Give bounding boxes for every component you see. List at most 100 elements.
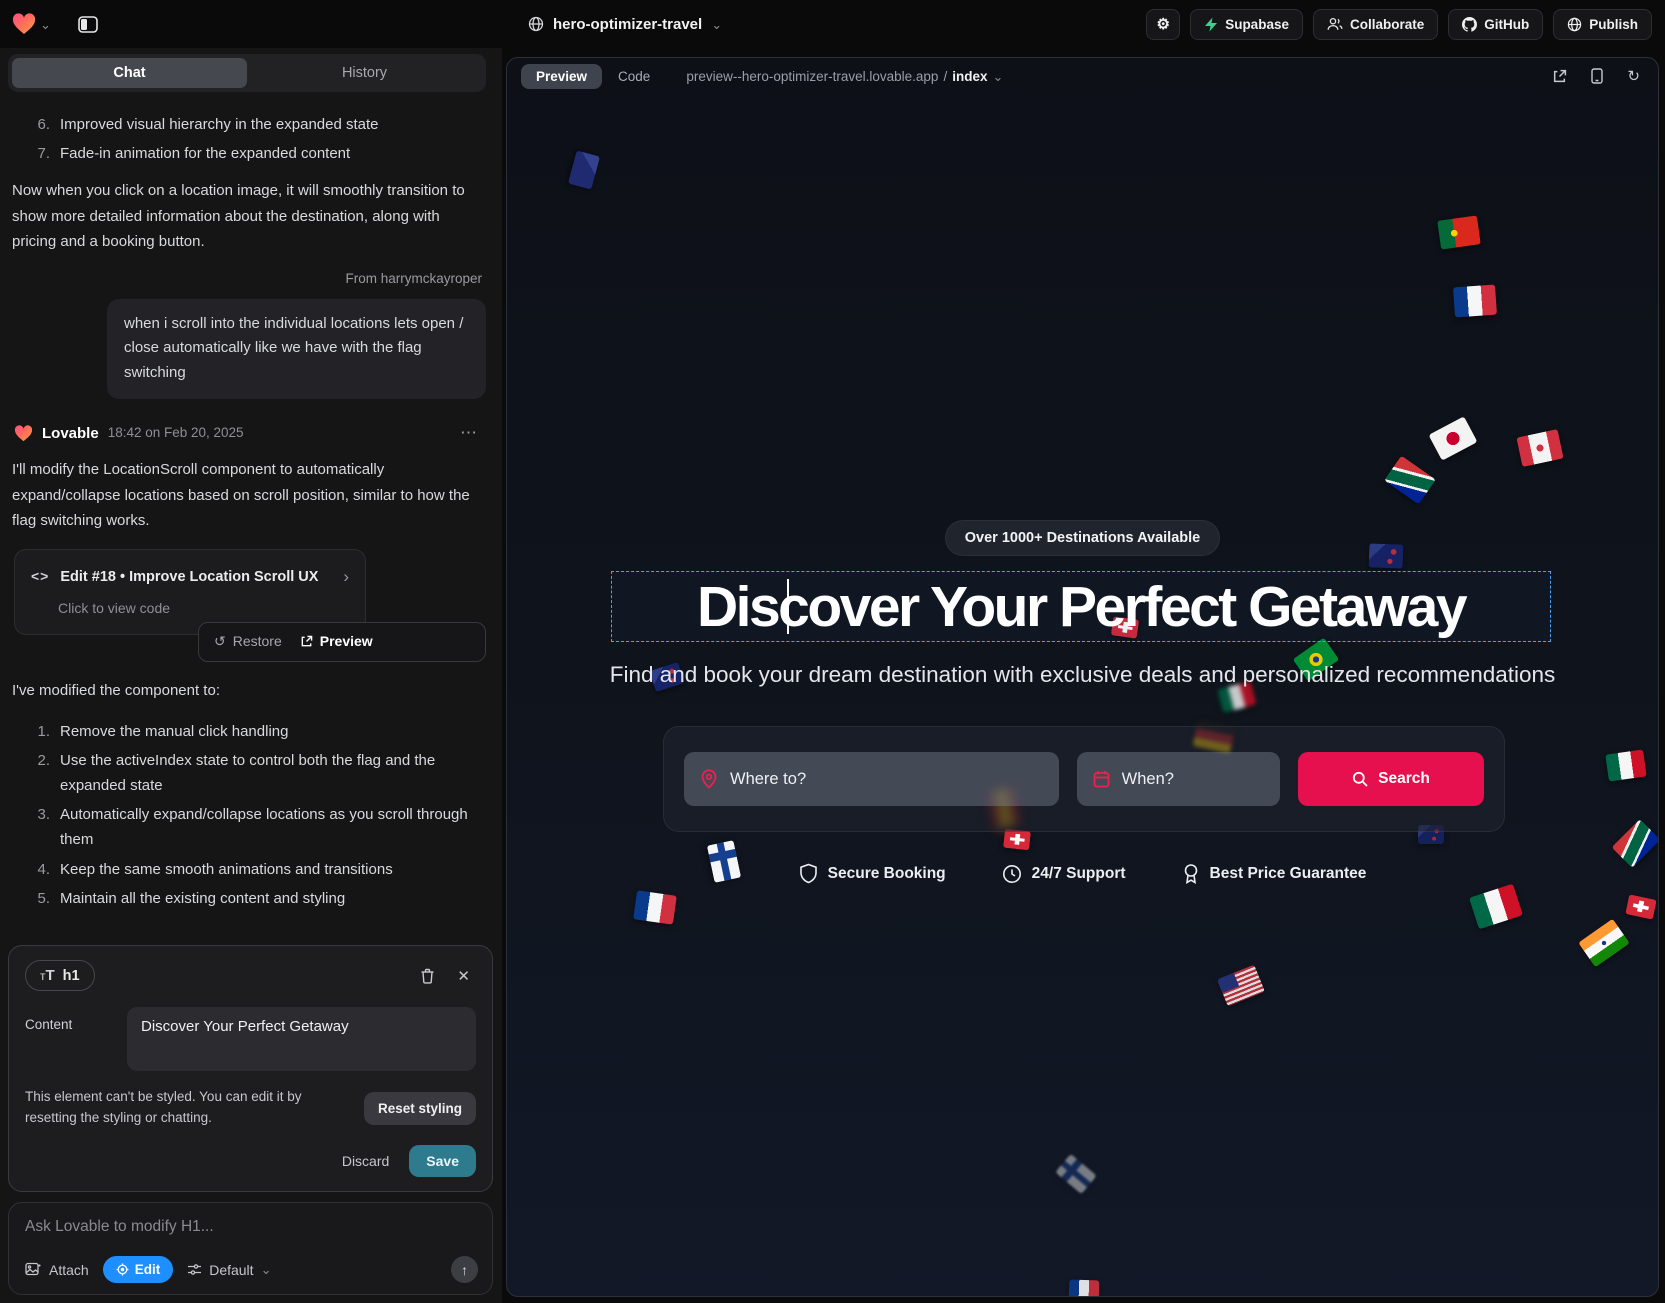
top-header: ⌄ hero-optimizer-travel ⌄ ⚙ Supabase Col…: [0, 0, 1665, 48]
when-input[interactable]: [1122, 770, 1264, 789]
attach-button[interactable]: Attach: [25, 1262, 89, 1278]
project-switcher[interactable]: hero-optimizer-travel ⌄: [528, 0, 722, 48]
save-button[interactable]: Save: [409, 1145, 476, 1177]
target-icon: [116, 1263, 129, 1276]
shield-icon: [799, 863, 818, 884]
discard-button[interactable]: Discard: [342, 1153, 389, 1169]
location-pin-icon: [700, 769, 718, 789]
preview-version-label: Preview: [320, 630, 373, 654]
lovable-logo-heart-icon[interactable]: [12, 13, 36, 35]
hero-badge-row: Over 1000+ Destinations Available: [507, 520, 1658, 556]
element-tag-pill[interactable]: тT h1: [25, 960, 95, 991]
preview-panel: Preview Code preview--hero-optimizer-tra…: [506, 57, 1659, 1297]
url-separator: /: [943, 69, 947, 84]
preview-url[interactable]: preview--hero-optimizer-travel.lovable.a…: [686, 69, 1003, 84]
delete-element-icon[interactable]: [420, 968, 435, 984]
chat-composer: Attach Edit Default ⌄ ↑: [8, 1202, 493, 1295]
trust-label: Secure Booking: [828, 865, 946, 883]
magnifier-icon: [1352, 771, 1368, 787]
where-input[interactable]: [730, 770, 1043, 789]
flag-fi-icon: [1055, 1154, 1096, 1194]
preview-version-button[interactable]: Preview: [300, 630, 373, 654]
supabase-button[interactable]: Supabase: [1190, 9, 1303, 40]
github-button[interactable]: GitHub: [1448, 9, 1543, 40]
github-icon: [1462, 17, 1477, 32]
supabase-label: Supabase: [1225, 17, 1289, 32]
route-chevron-down-icon: ⌄: [992, 70, 1003, 83]
content-textarea[interactable]: Discover Your Perfect Getaway: [127, 1007, 476, 1071]
restore-button[interactable]: ↺ Restore: [214, 630, 282, 654]
search-button-label: Search: [1378, 770, 1430, 788]
lovable-avatar-heart-icon: [14, 425, 33, 442]
version-actions: ↺ Restore Preview: [198, 622, 486, 662]
sliders-icon: [187, 1263, 202, 1276]
github-label: GitHub: [1484, 17, 1529, 32]
chat-messages[interactable]: 6.Improved visual hierarchy in the expan…: [0, 96, 502, 937]
project-chevron-down-icon: ⌄: [711, 18, 722, 31]
app-window: ⌄ hero-optimizer-travel ⌄ ⚙ Supabase Col…: [0, 0, 1665, 1303]
list-item: 5.Maintain all the existing content and …: [12, 884, 486, 913]
open-in-new-tab-icon[interactable]: [1552, 69, 1567, 84]
sidebar-toggle-icon[interactable]: [71, 8, 105, 40]
tab-history[interactable]: History: [247, 58, 482, 88]
flag-za-icon: [1612, 819, 1659, 868]
flag-ch-icon: [1625, 894, 1657, 919]
calendar-icon: [1093, 770, 1110, 788]
project-name: hero-optimizer-travel: [553, 16, 702, 33]
element-editor-panel: тT h1 ✕ Content Discover Your Perfect Ge…: [8, 945, 493, 1192]
tab-chat[interactable]: Chat: [12, 58, 247, 88]
publish-label: Publish: [1589, 17, 1638, 32]
assistant-message-header: Lovable 18:42 on Feb 20, 2025 ⋯: [14, 419, 486, 448]
logo-chevron-down-icon[interactable]: ⌄: [40, 18, 51, 31]
flag-us-icon: [1217, 965, 1265, 1007]
trust-item-guarantee: Best Price Guarantee: [1182, 863, 1367, 884]
publish-button[interactable]: Publish: [1553, 9, 1652, 40]
when-field[interactable]: [1077, 752, 1280, 806]
hero-heading[interactable]: Discover Your Perfect Getaway: [697, 574, 1465, 640]
arrow-up-icon: ↑: [461, 1262, 468, 1278]
from-label: From harrymckayroper: [12, 268, 482, 291]
flag-za-icon: [1384, 456, 1436, 505]
message-menu-icon[interactable]: ⋯: [460, 419, 478, 448]
search-button[interactable]: Search: [1298, 752, 1484, 806]
preview-tab[interactable]: Preview: [521, 64, 602, 89]
composer-input[interactable]: [25, 1218, 455, 1236]
where-field[interactable]: [684, 752, 1059, 806]
list-item: 1.Remove the manual click handling: [12, 717, 486, 746]
preview-toolbar: Preview Code preview--hero-optimizer-tra…: [507, 58, 1658, 94]
text-caret: [787, 579, 789, 634]
gear-icon: ⚙: [1156, 15, 1169, 33]
publish-globe-icon: [1567, 17, 1582, 32]
destinations-badge: Over 1000+ Destinations Available: [945, 520, 1220, 556]
feature-list: 6.Improved visual hierarchy in the expan…: [12, 110, 486, 168]
list-item: 7.Fade-in animation for the expanded con…: [12, 139, 486, 168]
flag-fr-icon: [1453, 285, 1497, 318]
chat-sidebar: Chat History 6.Improved visual hierarchy…: [0, 48, 502, 1303]
send-button[interactable]: ↑: [451, 1256, 478, 1283]
trust-item-support: 24/7 Support: [1002, 863, 1126, 884]
people-icon: [1327, 17, 1343, 31]
collaborate-button[interactable]: Collaborate: [1313, 9, 1438, 40]
close-panel-icon[interactable]: ✕: [457, 967, 470, 985]
reset-styling-button[interactable]: Reset styling: [364, 1092, 476, 1125]
supabase-bolt-icon: [1204, 17, 1218, 32]
type-icon: тT: [40, 967, 55, 984]
trust-indicators: Secure Booking 24/7 Support Best Price G…: [507, 863, 1658, 884]
assistant-name: Lovable: [42, 421, 99, 446]
flag-fr-icon: [1069, 1279, 1100, 1297]
list-item: 6.Improved visual hierarchy in the expan…: [12, 110, 486, 139]
trust-label: Best Price Guarantee: [1210, 865, 1367, 883]
mobile-view-icon[interactable]: [1591, 68, 1603, 84]
settings-button[interactable]: ⚙: [1146, 9, 1180, 40]
flag-in-icon: [1578, 919, 1630, 968]
model-chevron-down-icon: ⌄: [261, 1263, 272, 1276]
styling-note: This element can't be styled. You can ed…: [25, 1087, 335, 1129]
trust-item-secure: Secure Booking: [799, 863, 946, 884]
model-selector[interactable]: Default ⌄: [187, 1262, 271, 1278]
flag-pt-icon: [1437, 215, 1481, 249]
edit-mode-pill[interactable]: Edit: [103, 1256, 174, 1283]
selected-heading-outline[interactable]: Discover Your Perfect Getaway: [611, 571, 1551, 642]
code-tab[interactable]: Code: [618, 69, 650, 84]
preview-route: index: [952, 69, 987, 84]
refresh-icon[interactable]: ↻: [1627, 67, 1640, 85]
